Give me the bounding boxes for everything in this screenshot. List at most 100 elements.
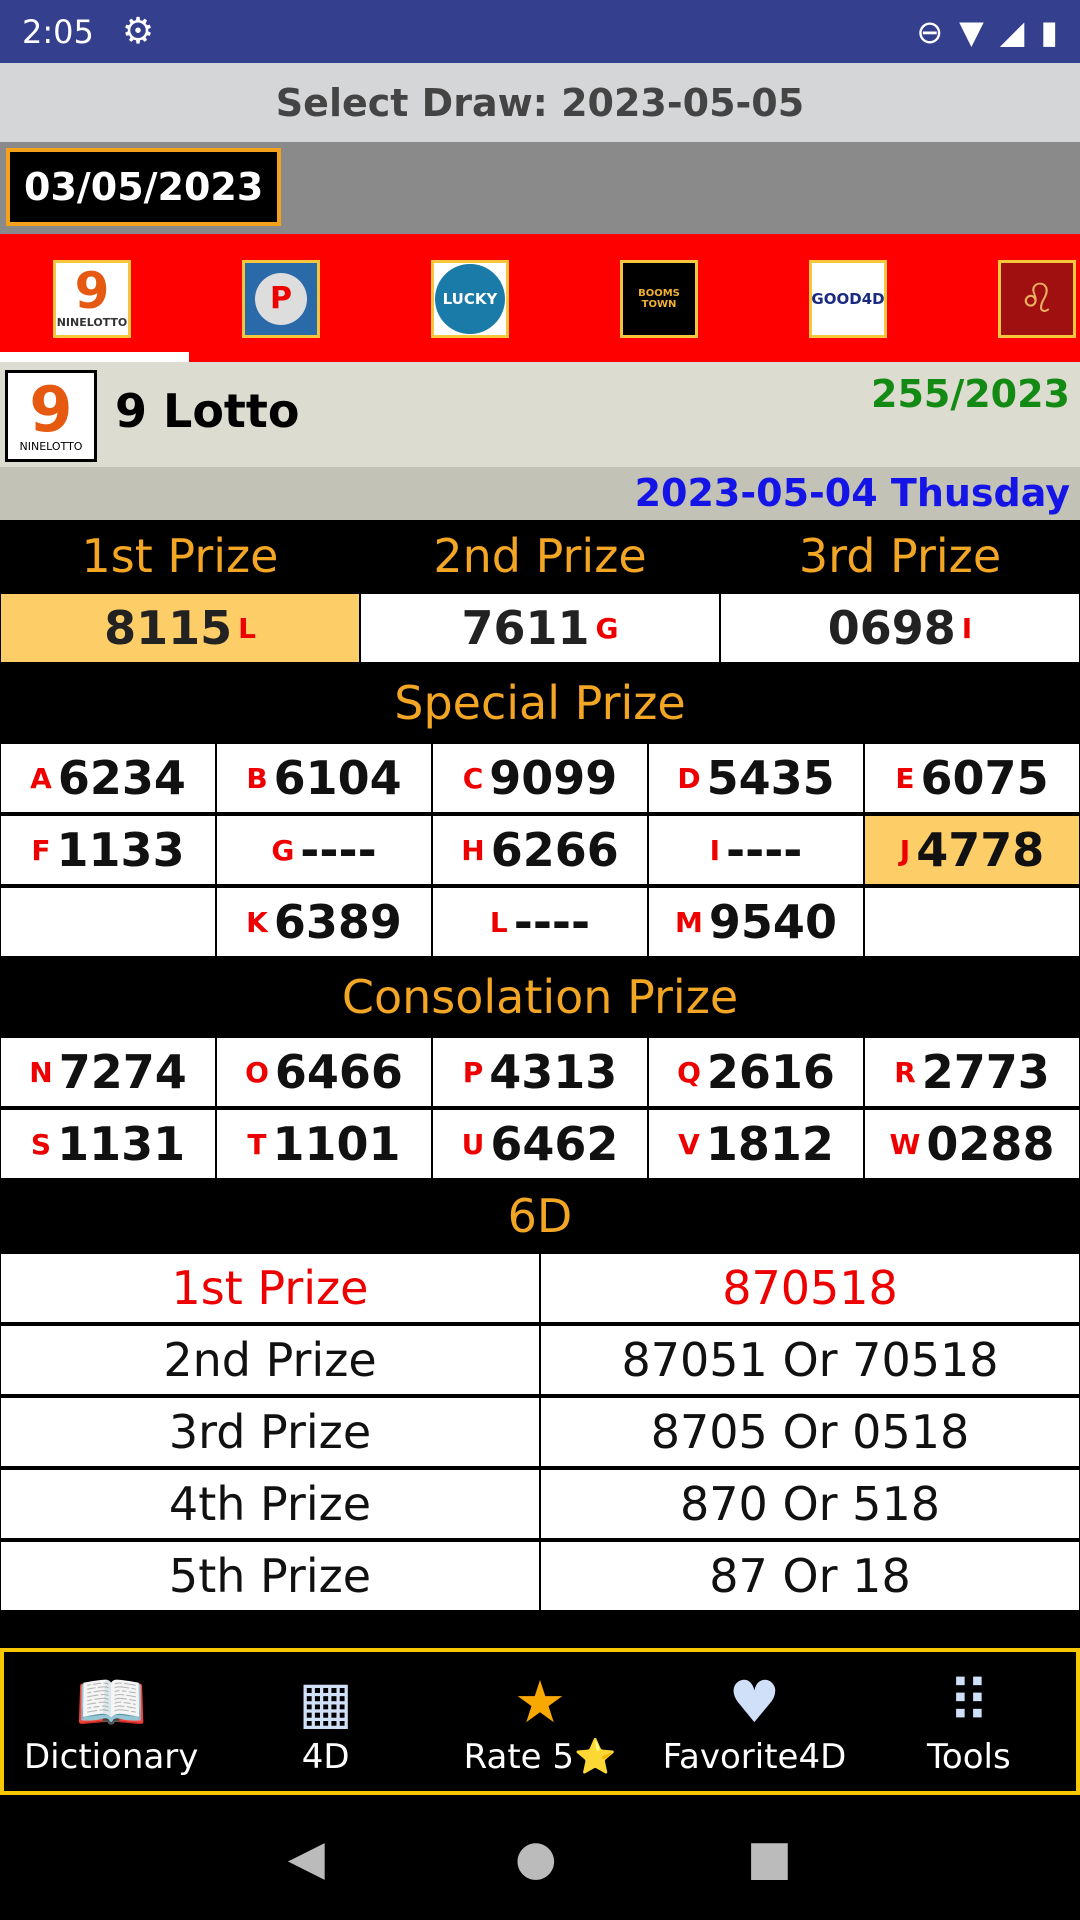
consolation-cell[interactable]: Q 2616 — [649, 1038, 863, 1106]
consolation-cell[interactable]: R 2773 — [865, 1038, 1079, 1106]
consolation-cell[interactable]: O 6466 — [217, 1038, 431, 1106]
special-cell[interactable]: J 4778 — [865, 816, 1079, 884]
special-cell[interactable]: E 6075 — [865, 744, 1079, 812]
6d-title: 6D — [0, 1180, 1080, 1252]
6d-value: 8705 Or 0518 — [541, 1398, 1079, 1466]
ninelotto-logo: 9 NINELOTTO — [5, 370, 97, 462]
lottery-tabs: 9 NINELOTTO P LUCKY BOOMS TOWN GOOD4D ♌ — [0, 234, 1080, 362]
6d-value: 87 Or 18 — [541, 1542, 1079, 1610]
special-cell[interactable]: B 6104 — [217, 744, 431, 812]
prize-1st[interactable]: 8115 L — [1, 594, 359, 662]
6d-row: 5th Prize 87 Or 18 — [0, 1540, 1080, 1612]
special-cell[interactable]: H 6266 — [433, 816, 647, 884]
tab-lucky[interactable]: LUCKY — [431, 260, 509, 338]
nav-label: Tools — [926, 1736, 1011, 1777]
recents-icon[interactable]: ■ — [747, 1830, 792, 1886]
special-cell[interactable]: I ---- — [649, 816, 863, 884]
nav-label: 4D — [301, 1736, 350, 1777]
consolation-cell[interactable]: T 1101 — [217, 1110, 431, 1178]
lottery-name: 9 Lotto — [115, 384, 300, 438]
6d-value: 870518 — [541, 1254, 1079, 1322]
gear-icon: ⚙ — [121, 11, 155, 52]
consolation-row: N 7274 O 6466 P 4313 Q 2616 R 2773 — [0, 1036, 1080, 1108]
special-cell[interactable]: K 6389 — [217, 888, 431, 956]
consolation-cell[interactable]: P 4313 — [433, 1038, 647, 1106]
consolation-cell[interactable]: N 7274 — [1, 1038, 215, 1106]
top-prize-labels: 1st Prize 2nd Prize 3rd Prize — [0, 520, 1080, 592]
status-time: 2:05 — [22, 12, 94, 51]
special-cell[interactable]: M 9540 — [649, 888, 863, 956]
back-icon[interactable]: ◀ — [288, 1830, 325, 1886]
consolation-cell[interactable]: U 6462 — [433, 1110, 647, 1178]
prize-2nd[interactable]: 7611 G — [361, 594, 719, 662]
draw-date: 2023-05-04 Thusday — [0, 467, 1080, 520]
6d-row: 3rd Prize 8705 Or 0518 — [0, 1396, 1080, 1468]
6d-label: 5th Prize — [1, 1542, 539, 1610]
nav-dictionary[interactable]: 📖 Dictionary — [4, 1652, 218, 1791]
wifi-icon: ▼ — [959, 12, 984, 51]
nav-label: Rate 5⭐ — [463, 1736, 617, 1777]
draw-number: 255/2023 — [871, 372, 1070, 416]
special-title: Special Prize — [0, 664, 1080, 742]
nav-favorite4d[interactable]: ♥ Favorite4D — [647, 1652, 861, 1791]
battery-icon: ▮ — [1040, 12, 1058, 51]
6d-row: 4th Prize 870 Or 518 — [0, 1468, 1080, 1540]
special-cell[interactable]: A 6234 — [1, 744, 215, 812]
nav-rate5[interactable]: ★ Rate 5⭐ — [433, 1652, 647, 1791]
status-bar: 2:05 ⚙ ⊖ ▼ ◢ ▮ — [0, 0, 1080, 63]
consolation-cell[interactable]: S 1131 — [1, 1110, 215, 1178]
tab-ninelotto[interactable]: 9 NINELOTTO — [53, 260, 131, 338]
special-row: F 1133 G ---- H 6266 I ---- J 4778 — [0, 814, 1080, 886]
nav-label: Dictionary — [24, 1736, 199, 1777]
special-cell[interactable]: C 9099 — [433, 744, 647, 812]
home-icon[interactable]: ● — [515, 1830, 557, 1886]
nav-label: Favorite4D — [662, 1736, 847, 1777]
consolation-cell[interactable]: V 1812 — [649, 1110, 863, 1178]
tab-indicator — [0, 352, 189, 362]
tab-p[interactable]: P — [242, 260, 320, 338]
label-3rd: 3rd Prize — [720, 520, 1080, 592]
dnd-icon: ⊖ — [916, 12, 944, 51]
grid-icon: ▦ — [298, 1667, 354, 1736]
special-row: K 6389 L ---- M 9540 — [0, 886, 1080, 958]
date-bar: 03/05/2023 — [0, 142, 1080, 234]
lottery-header: 9 NINELOTTO 9 Lotto 255/2023 — [0, 362, 1080, 467]
results: 1st Prize 2nd Prize 3rd Prize 8115 L 7611… — [0, 520, 1080, 1672]
6d-label: 2nd Prize — [1, 1326, 539, 1394]
consolation-title: Consolation Prize — [0, 958, 1080, 1036]
special-cell[interactable]: D 5435 — [649, 744, 863, 812]
apps-icon: ⠿ — [947, 1667, 991, 1736]
system-nav: ◀ ● ■ — [0, 1795, 1080, 1920]
consolation-cell[interactable]: W 0288 — [865, 1110, 1079, 1178]
6d-value: 87051 Or 70518 — [541, 1326, 1079, 1394]
special-cell[interactable]: G ---- — [217, 816, 431, 884]
special-cell[interactable]: F 1133 — [1, 816, 215, 884]
6d-row: 2nd Prize 87051 Or 70518 — [0, 1324, 1080, 1396]
book-icon: 📖 — [75, 1667, 148, 1736]
signal-icon: ◢ — [999, 12, 1025, 51]
6d-label: 3rd Prize — [1, 1398, 539, 1466]
special-row: A 6234 B 6104 C 9099 D 5435 E 6075 — [0, 742, 1080, 814]
star-icon: ★ — [514, 1667, 567, 1736]
date-picker-button[interactable]: 03/05/2023 — [6, 148, 282, 226]
heart-icon: ♥ — [728, 1667, 781, 1736]
tab-good4d[interactable]: GOOD4D — [809, 260, 887, 338]
6d-row: 1st Prize 870518 — [0, 1252, 1080, 1324]
lion-icon: ♌ — [1019, 276, 1055, 322]
nav-tools[interactable]: ⠿ Tools — [862, 1652, 1076, 1791]
bottom-nav: 📖 Dictionary ▦ 4D ★ Rate 5⭐ ♥ Favorite4D ⠿ Tools — [0, 1648, 1080, 1795]
label-1st: 1st Prize — [0, 520, 360, 592]
6d-label: 1st Prize — [1, 1254, 539, 1322]
6d-label: 4th Prize — [1, 1470, 539, 1538]
nav-4d[interactable]: ▦ 4D — [218, 1652, 432, 1791]
consolation-row: S 1131 T 1101 U 6462 V 1812 W 0288 — [0, 1108, 1080, 1180]
top-prize-values: 8115 L 7611 G 0698 I — [0, 592, 1080, 664]
prize-3rd[interactable]: 0698 I — [721, 594, 1079, 662]
6d-value: 870 Or 518 — [541, 1470, 1079, 1538]
special-cell[interactable]: L ---- — [433, 888, 647, 956]
special-cell — [865, 888, 1079, 956]
special-cell — [1, 888, 215, 956]
select-draw-bar[interactable]: Select Draw: 2023-05-05 — [0, 63, 1080, 142]
tab-booms-town[interactable]: BOOMS TOWN — [620, 260, 698, 338]
tab-lion[interactable]: ♌ — [998, 260, 1076, 338]
